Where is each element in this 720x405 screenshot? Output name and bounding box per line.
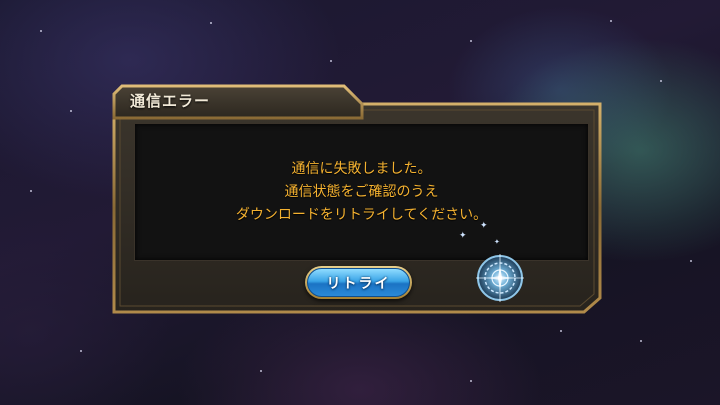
compass-emblem-icon	[476, 254, 524, 302]
message-line-2: 通信状態をご確認のうえ	[284, 184, 439, 200]
star	[70, 110, 72, 112]
sparkle-icon: ✦	[494, 238, 500, 246]
star	[330, 60, 332, 62]
star	[610, 20, 612, 22]
space-background: 通信エラー 通信に失敗しました。 通信状態をご確認のうえ ダウンロードをリトライ…	[0, 0, 720, 405]
message-line-3: ダウンロードをリトライしてください。	[235, 207, 488, 223]
star	[80, 350, 82, 352]
star	[660, 80, 662, 82]
star	[640, 340, 642, 342]
sparkle-icon: ✦	[459, 231, 467, 241]
dialog-title: 通信エラー	[130, 92, 211, 110]
sparkle-icon: ✦	[480, 221, 488, 231]
retry-button-face[interactable]: リトライ	[307, 268, 410, 297]
star	[210, 22, 212, 24]
star	[470, 380, 472, 382]
message-box: 通信に失敗しました。 通信状態をご確認のうえ ダウンロードをリトライしてください…	[134, 123, 589, 261]
star	[690, 260, 692, 262]
retry-button[interactable]: リトライ	[305, 266, 412, 299]
star	[470, 40, 472, 42]
star	[560, 330, 562, 332]
star	[30, 190, 32, 192]
star	[260, 370, 262, 372]
message-line-1: 通信に失敗しました。	[291, 161, 432, 177]
star	[40, 30, 42, 32]
retry-button-label: リトライ	[326, 275, 391, 292]
